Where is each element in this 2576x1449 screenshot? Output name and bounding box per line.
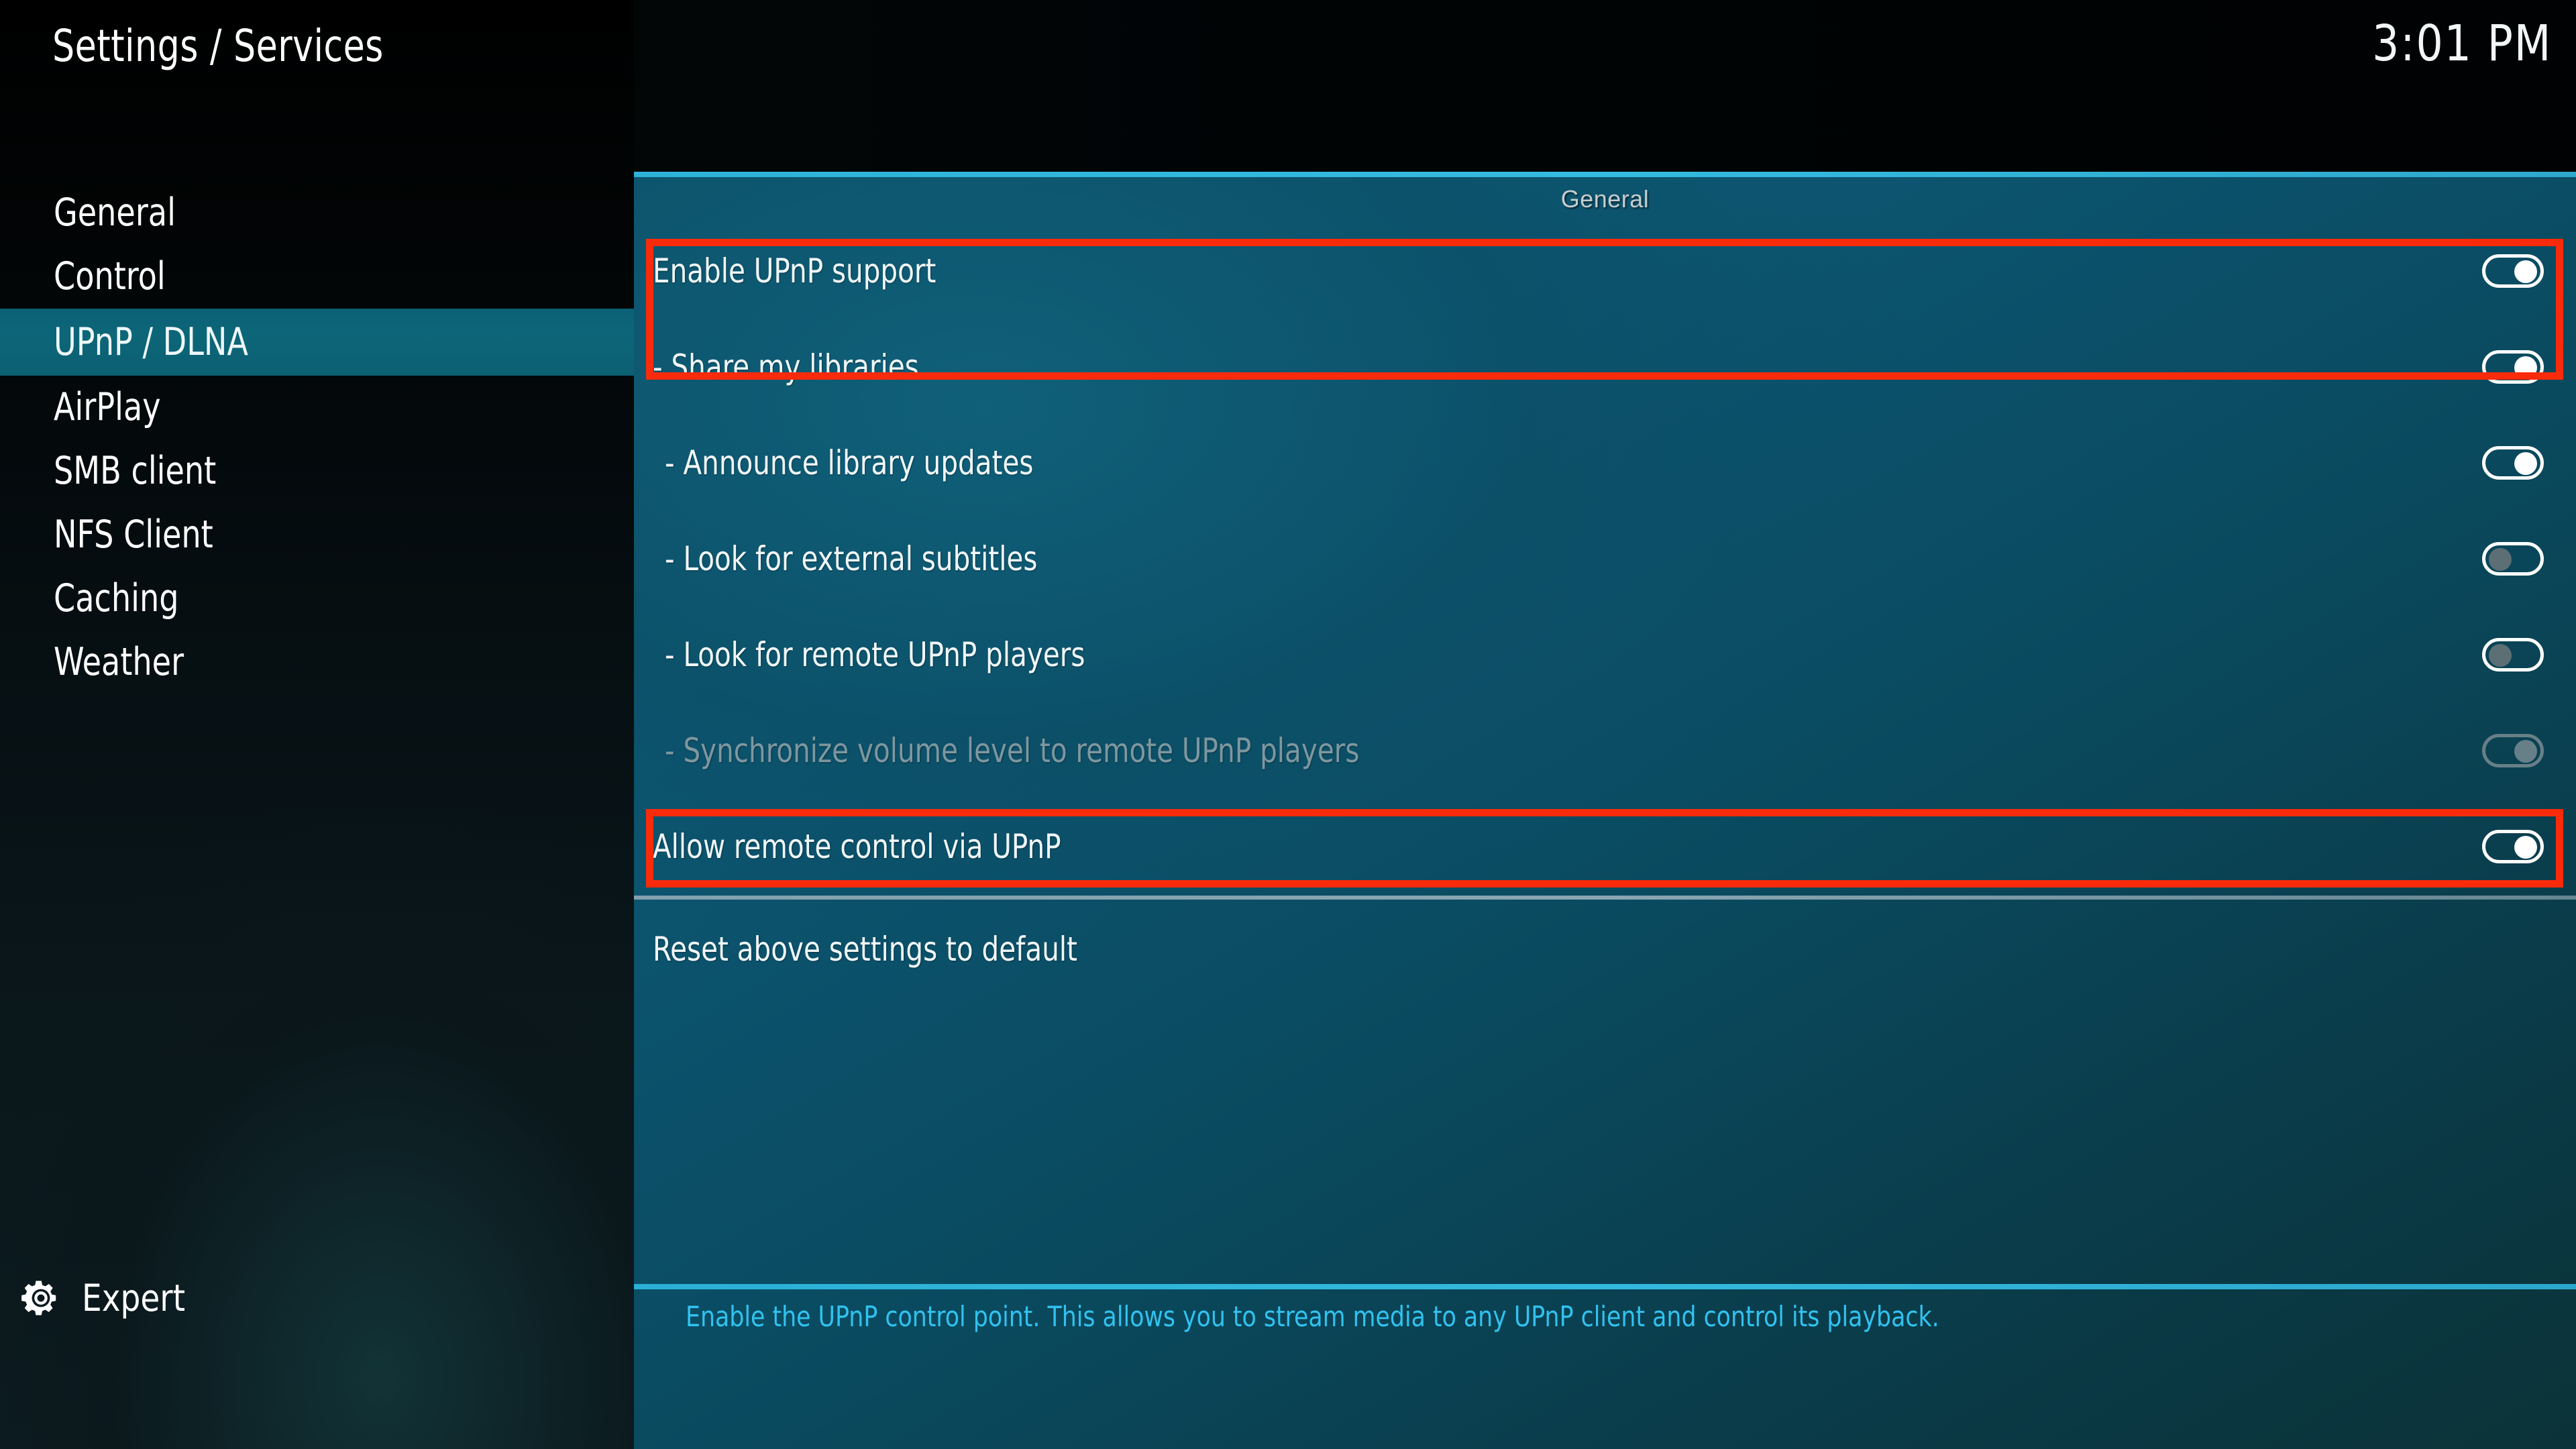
setting-label: Reset above settings to default (653, 929, 1077, 969)
setting-label: - Look for external subtitles (665, 539, 1038, 578)
sidebar-item-label: AirPlay (54, 385, 161, 429)
toggle-knob (2514, 451, 2537, 475)
sidebar-item-label: Weather (54, 640, 184, 684)
sidebar-item-label: UPnP / DLNA (54, 319, 248, 364)
panel-top-rule (634, 172, 2576, 177)
toggle-knob (2489, 547, 2512, 571)
settings-level-button[interactable]: Expert (0, 1261, 634, 1335)
toggle-knob (2514, 739, 2537, 763)
setting-label: - Share my libraries (653, 347, 919, 386)
setting-row-look-for-external-subtitles[interactable]: - Look for external subtitles (634, 511, 2576, 606)
sidebar-item-label: Caching (54, 576, 179, 621)
toggle-share-my-libraries[interactable] (2482, 350, 2544, 384)
clock-label: 3:01 PM (2371, 15, 2552, 72)
toggle-knob (2514, 835, 2537, 859)
toggle-synchronize-volume-level (2482, 733, 2544, 767)
toggle-look-for-external-subtitles[interactable] (2482, 541, 2544, 576)
sidebar-item-label: NFS Client (54, 513, 213, 557)
toggle-allow-remote-control-via-upnp[interactable] (2482, 829, 2544, 863)
setting-label: - Synchronize volume level to remote UPn… (665, 731, 1360, 770)
row-separator (634, 894, 2576, 901)
kodi-settings-screen: Settings / Services 3:01 PM General Cont… (0, 0, 2576, 1449)
gear-icon (21, 1281, 56, 1316)
sidebar-item-upnp-dlna[interactable]: UPnP / DLNA (0, 309, 634, 376)
category-sidebar: General Control UPnP / DLNA AirPlay SMB … (0, 181, 634, 694)
sidebar-item-label: Control (54, 254, 166, 299)
separator-line (634, 896, 2576, 900)
toggle-enable-upnp-support[interactable] (2482, 254, 2544, 288)
sidebar-item-smb-client[interactable]: SMB client (0, 439, 634, 503)
setting-row-reset-above-settings-to-default[interactable]: Reset above settings to default (634, 901, 2576, 997)
setting-row-enable-upnp-support[interactable]: Enable UPnP support (634, 223, 2576, 319)
toggle-look-for-remote-upnp-players[interactable] (2482, 637, 2544, 672)
setting-label: - Look for remote UPnP players (665, 635, 1085, 674)
sidebar-item-airplay[interactable]: AirPlay (0, 376, 634, 439)
settings-panel: General Enable UPnP support - Share my l… (634, 176, 2576, 1449)
panel-bottom-rule (634, 1284, 2576, 1289)
settings-rows: Enable UPnP support - Share my libraries… (634, 223, 2576, 997)
setting-row-announce-library-updates[interactable]: - Announce library updates (634, 415, 2576, 511)
sidebar-item-label: SMB client (54, 449, 217, 493)
toggle-knob (2514, 356, 2537, 379)
sidebar-item-caching[interactable]: Caching (0, 567, 634, 631)
sidebar-item-control[interactable]: Control (0, 245, 634, 309)
toggle-announce-library-updates[interactable] (2482, 445, 2544, 480)
setting-row-look-for-remote-upnp-players[interactable]: - Look for remote UPnP players (634, 606, 2576, 702)
toggle-knob (2489, 643, 2512, 667)
setting-description: Enable the UPnP control point. This allo… (686, 1300, 1939, 1333)
sidebar-item-label: General (54, 191, 176, 235)
toggle-knob (2514, 260, 2537, 283)
top-bar-background (634, 0, 2576, 176)
setting-row-allow-remote-control-via-upnp[interactable]: Allow remote control via UPnP (634, 798, 2576, 894)
section-header-general: General (1560, 185, 1650, 213)
sidebar-item-general[interactable]: General (0, 181, 634, 245)
setting-label: Allow remote control via UPnP (653, 826, 1061, 866)
setting-label: - Announce library updates (665, 443, 1034, 482)
setting-row-synchronize-volume-level: - Synchronize volume level to remote UPn… (634, 702, 2576, 798)
settings-level-label: Expert (82, 1276, 186, 1320)
sidebar-item-weather[interactable]: Weather (0, 631, 634, 694)
setting-label: Enable UPnP support (653, 251, 936, 290)
setting-row-share-my-libraries[interactable]: - Share my libraries (634, 319, 2576, 415)
page-title: Settings / Services (52, 20, 384, 72)
sidebar-item-nfs-client[interactable]: NFS Client (0, 503, 634, 567)
